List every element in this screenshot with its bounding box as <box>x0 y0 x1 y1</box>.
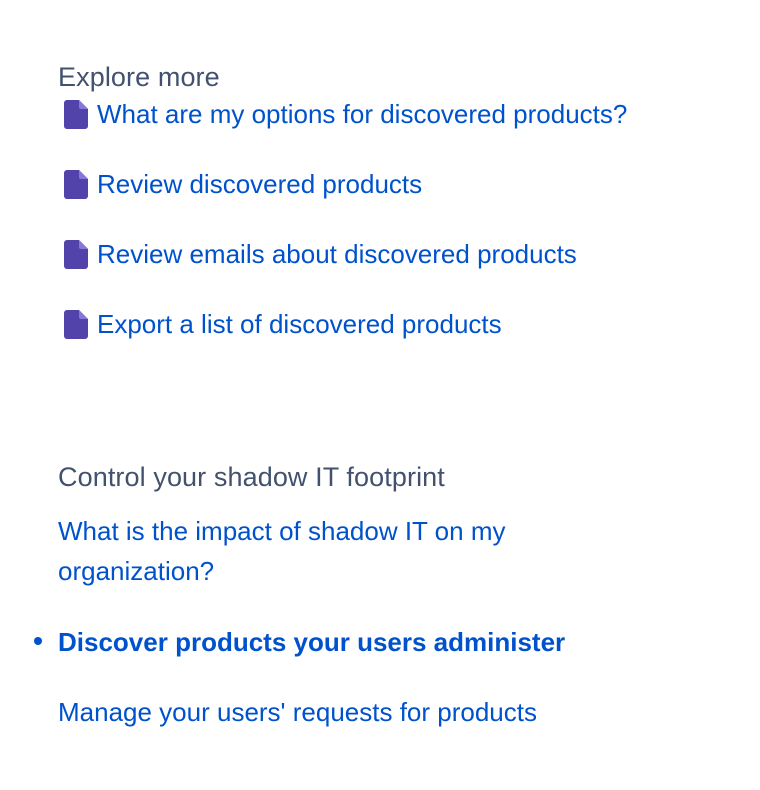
explore-more-section: Explore more What are my options for dis… <box>58 58 738 342</box>
shadow-it-section: Control your shadow IT footprint What is… <box>58 458 738 591</box>
shadow-it-intro: What is the impact of shadow IT on my or… <box>58 511 598 591</box>
explore-link-review-emails[interactable]: Review emails about discovered products <box>97 237 577 271</box>
explore-link-item: Review emails about discovered products <box>58 202 738 272</box>
discover-products-link[interactable]: Discover products your users administer <box>58 622 565 662</box>
shadow-it-impact-link[interactable]: What is the impact of shadow IT on my or… <box>58 511 598 591</box>
nav-item-manage-requests: Manage your users' requests for products <box>58 692 738 762</box>
shadow-it-heading: Control your shadow IT footprint <box>58 462 445 492</box>
page-icon <box>64 99 88 129</box>
explore-more-list: What are my options for discovered produ… <box>58 96 738 342</box>
explore-link-export-list[interactable]: Export a list of discovered products <box>97 307 502 341</box>
explore-link-item: What are my options for discovered produ… <box>58 96 738 132</box>
explore-link-options[interactable]: What are my options for discovered produ… <box>97 97 627 131</box>
page-icon <box>64 169 88 199</box>
nav-item-discover-products: Discover products your users administer <box>34 622 738 692</box>
page-icon <box>64 239 88 269</box>
explore-more-heading: Explore more <box>58 62 220 92</box>
page-icon <box>64 309 88 339</box>
explore-link-item: Review discovered products <box>58 132 738 202</box>
current-page-bullet <box>34 637 42 645</box>
shadow-it-nav-list: Discover products your users administer … <box>34 622 738 762</box>
explore-link-review-products[interactable]: Review discovered products <box>97 167 422 201</box>
manage-requests-link[interactable]: Manage your users' requests for products <box>58 692 537 732</box>
explore-link-item: Export a list of discovered products <box>58 272 738 342</box>
